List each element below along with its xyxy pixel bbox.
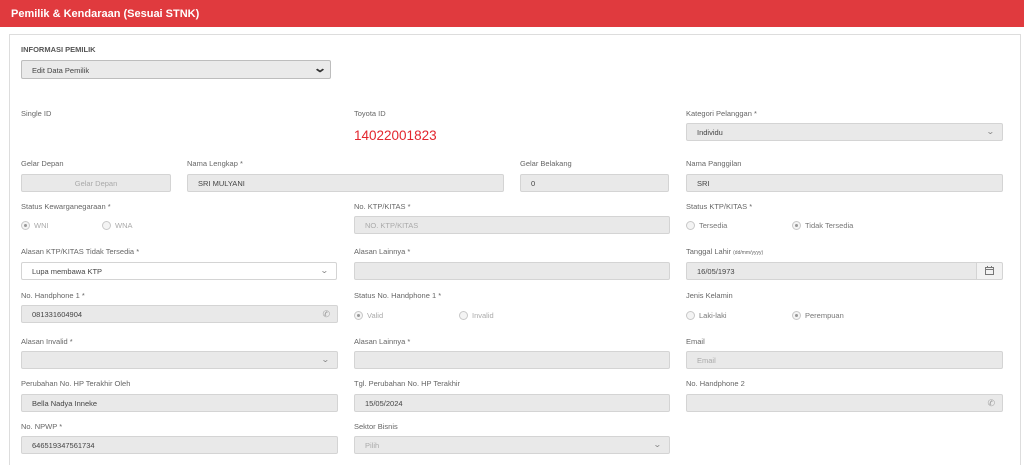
gelar-belakang-label: Gelar Belakang xyxy=(520,159,572,168)
radio-circle xyxy=(686,221,695,230)
radio-valid[interactable]: Valid xyxy=(354,311,383,320)
alasan-invalid-select[interactable]: ⌄ xyxy=(21,351,338,369)
hp2-label: No. Handphone 2 xyxy=(686,379,745,388)
hp1-input[interactable]: 081331604904 ✆ xyxy=(21,305,338,323)
npwp-input[interactable]: 646519347561734 xyxy=(21,436,338,454)
toyota-id-label: Toyota ID xyxy=(354,109,386,118)
hp2-input[interactable]: ✆ xyxy=(686,394,1003,412)
nama-panggilan-label: Nama Panggilan xyxy=(686,159,742,168)
single-id-label: Single ID xyxy=(21,109,52,118)
ktp-input[interactable]: NO. KTP/KITAS xyxy=(354,216,670,234)
gelar-depan-input[interactable]: Gelar Depan xyxy=(21,174,171,192)
phone-icon: ✆ xyxy=(322,309,330,319)
radio-circle xyxy=(686,311,695,320)
radio-invalid[interactable]: Invalid xyxy=(459,311,494,320)
gelar-belakang-input[interactable]: 0 xyxy=(520,174,669,192)
alasan-lainnya-1-input[interactable] xyxy=(354,262,670,280)
alasan-lainnya-1-label: Alasan Lainnya * xyxy=(354,247,411,256)
radio-circle xyxy=(21,221,30,230)
nama-lengkap-label: Nama Lengkap * xyxy=(187,159,243,168)
toyota-id-value: 14022001823 xyxy=(354,128,437,143)
tanggal-lahir-input[interactable]: 16/05/1973 xyxy=(686,262,977,280)
kategori-label: Kategori Pelanggan * xyxy=(686,109,757,118)
nama-lengkap-input[interactable]: SRI MULYANI xyxy=(187,174,504,192)
radio-circle xyxy=(102,221,111,230)
kewarganegaraan-label: Status Kewarganegaraan * xyxy=(21,202,111,211)
chevron-down-icon: ⌄ xyxy=(321,355,331,364)
alasan-ktp-select[interactable]: Lupa membawa KTP ⌄ xyxy=(21,262,337,280)
radio-wni[interactable]: WNI xyxy=(21,221,49,230)
calendar-button[interactable] xyxy=(976,262,1003,280)
radio-circle xyxy=(354,311,363,320)
alasan-lainnya-2-label: Alasan Lainnya * xyxy=(354,337,411,346)
email-input[interactable]: Email xyxy=(686,351,1003,369)
chevron-down-icon: ⌄ xyxy=(986,127,996,136)
alasan-ktp-label: Alasan KTP/KITAS Tidak Tersedia * xyxy=(21,247,140,256)
radio-tersedia[interactable]: Tersedia xyxy=(686,221,727,230)
calendar-icon xyxy=(985,266,994,275)
alasan-lainnya-2-input[interactable] xyxy=(354,351,670,369)
hp1-label: No. Handphone 1 * xyxy=(21,291,85,300)
chevron-down-icon: ⌄ xyxy=(320,266,330,275)
status-ktp-label: Status KTP/KITAS * xyxy=(686,202,753,211)
status-hp1-label: Status No. Handphone 1 * xyxy=(354,291,442,300)
sektor-bisnis-select[interactable]: Pilih ⌄ xyxy=(354,436,670,454)
jenis-kelamin-label: Jenis Kelamin xyxy=(686,291,733,300)
radio-wna[interactable]: WNA xyxy=(102,221,133,230)
tanggal-lahir-label: Tanggal Lahir (dd/mm/yyyy) xyxy=(686,247,764,256)
nama-panggilan-input[interactable]: SRI xyxy=(686,174,1003,192)
owner-info-title: INFORMASI PEMILIK xyxy=(21,45,96,54)
radio-circle xyxy=(792,221,801,230)
perubahan-hp-oleh-label: Perubahan No. HP Terakhir Oleh xyxy=(21,379,131,388)
ktp-label: No. KTP/KITAS * xyxy=(354,202,411,211)
alasan-invalid-label: Alasan Invalid * xyxy=(21,337,73,346)
owner-action-select[interactable]: Edit Data Pemilik ⌄ xyxy=(21,60,331,79)
chevron-down-icon: ⌄ xyxy=(653,440,663,449)
radio-circle xyxy=(459,311,468,320)
phone-icon: ✆ xyxy=(987,398,995,408)
section-header: Pemilik & Kendaraan (Sesuai STNK) xyxy=(0,0,1024,27)
radio-tidak-tersedia[interactable]: Tidak Tersedia xyxy=(792,221,853,230)
tgl-perubahan-hp-input[interactable]: 15/05/2024 xyxy=(354,394,670,412)
perubahan-hp-oleh-input[interactable]: Bella Nadya Inneke xyxy=(21,394,338,412)
date-format-hint: (dd/mm/yyyy) xyxy=(733,250,764,256)
tgl-perubahan-hp-label: Tgl. Perubahan No. HP Terakhir xyxy=(354,379,461,388)
chevron-down-icon: ⌄ xyxy=(312,61,328,75)
section-title: Pemilik & Kendaraan (Sesuai STNK) xyxy=(11,8,200,20)
radio-perempuan[interactable]: Perempuan xyxy=(792,311,844,320)
sektor-bisnis-label: Sektor Bisnis xyxy=(354,422,398,431)
kategori-select[interactable]: Individu ⌄ xyxy=(686,123,1003,141)
gelar-depan-label: Gelar Depan xyxy=(21,159,64,168)
npwp-label: No. NPWP * xyxy=(21,422,63,431)
radio-circle xyxy=(792,311,801,320)
email-label: Email xyxy=(686,337,705,346)
radio-laki-laki[interactable]: Laki-laki xyxy=(686,311,727,320)
